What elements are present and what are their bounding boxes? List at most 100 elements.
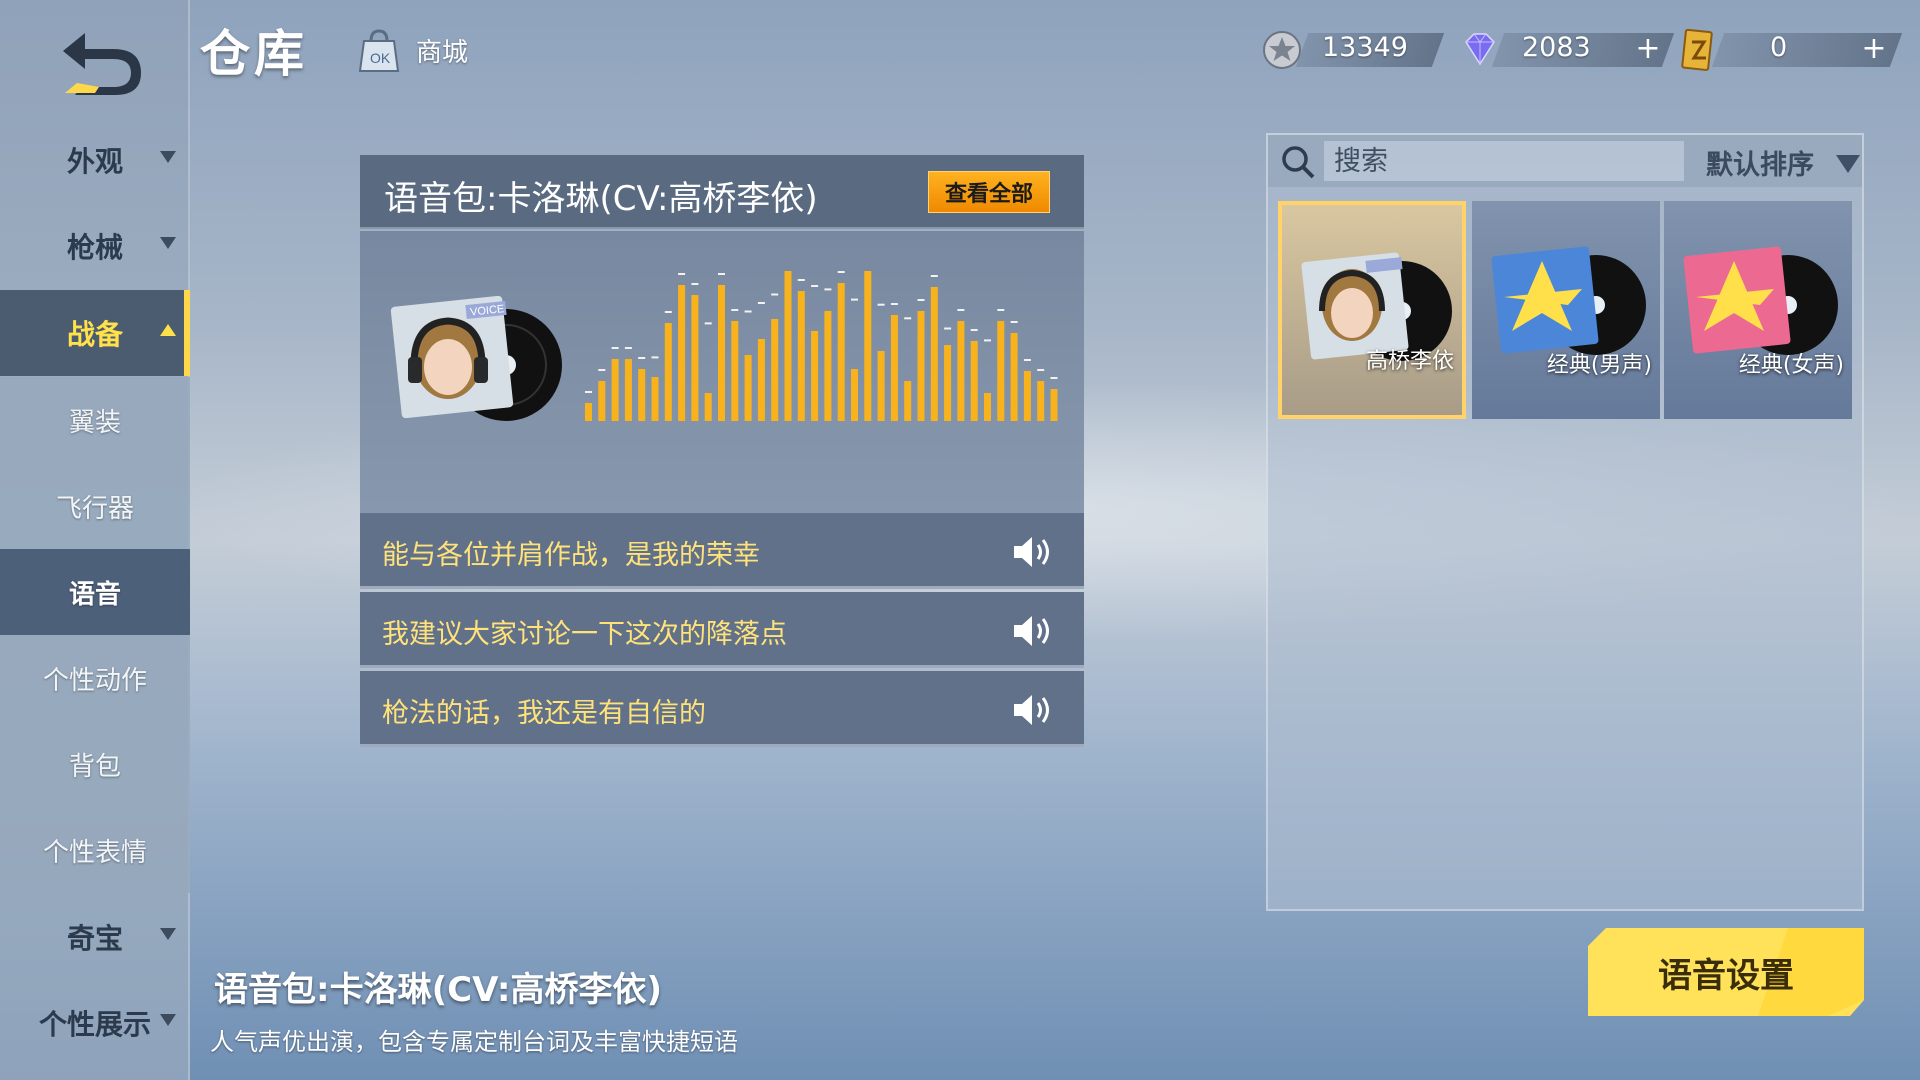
equalizer-bar — [718, 285, 725, 421]
equalizer-peak — [757, 302, 765, 304]
sidebar-item-label: 战备 — [66, 318, 123, 351]
voice-record-icon: VOICE — [390, 295, 562, 421]
voice-card-classic-female[interactable]: 经典(女声) — [1664, 201, 1852, 419]
speaker-icon[interactable] — [1012, 691, 1056, 729]
equalizer-peak — [664, 311, 672, 313]
search-input[interactable] — [1324, 141, 1684, 181]
sidebar-item-showcase[interactable]: 个性展示 — [0, 980, 190, 1066]
sort-dropdown[interactable]: 默认排序 — [1706, 143, 1814, 182]
voice-line-text: 枪法的话，我还是有自信的 — [382, 698, 706, 729]
voice-line-2[interactable]: 我建议大家讨论一下这次的降落点 — [360, 592, 1084, 668]
currency-diamond: 2083 + — [1460, 26, 1675, 74]
equalizer-bar — [585, 403, 592, 421]
voice-record-icon — [1491, 246, 1646, 355]
sidebar-item-aircraft[interactable]: 飞行器 — [0, 463, 190, 549]
equalizer-peak — [1010, 321, 1018, 323]
equalizer-bar — [771, 319, 779, 421]
sidebar-item-firearms[interactable]: 枪械 — [0, 203, 190, 289]
back-arrow-icon[interactable] — [55, 25, 145, 100]
chevron-up-icon — [160, 324, 176, 336]
chevron-down-icon[interactable] — [1836, 155, 1860, 173]
equalizer-bar — [997, 321, 1005, 421]
equalizer-bar — [704, 393, 712, 421]
sidebar-item-emotes[interactable]: 个性动作 — [0, 635, 190, 721]
sidebar-item-equipment[interactable]: 战备 — [0, 290, 190, 376]
equalizer-peak — [611, 347, 619, 349]
equalizer-peak — [638, 357, 646, 359]
equalizer-peak — [598, 369, 606, 371]
equalizer-bar — [624, 359, 632, 421]
chevron-down-icon — [160, 928, 176, 940]
view-all-button[interactable]: 查看全部 — [928, 171, 1050, 213]
ticket-icon — [1681, 28, 1713, 71]
equalizer-bar — [744, 355, 752, 421]
sidebar: 外观 枪械 战备 翼装 飞行器 语音 个性动作 背包 个性表情 奇宝 个性展示 — [0, 0, 190, 1080]
equalizer-peak — [997, 309, 1005, 311]
equalizer-bar — [864, 271, 872, 421]
search-bar: 默认排序 — [1268, 135, 1862, 187]
equalizer-peak — [877, 303, 885, 306]
add-ticket-button[interactable]: + — [1854, 33, 1894, 67]
equalizer-peak — [624, 347, 632, 349]
equalizer-bar — [1010, 333, 1018, 421]
equalizer-peak — [678, 273, 686, 275]
voice-card-label: 高桥李依 — [1365, 349, 1454, 374]
voice-line-1[interactable]: 能与各位并肩作战，是我的荣幸 — [360, 513, 1084, 589]
speaker-icon[interactable] — [1012, 612, 1056, 650]
panel-header: 语音包:卡洛琳(CV:高桥李依) 查看全部 — [360, 155, 1084, 229]
page-title: 仓库 — [200, 25, 308, 83]
voice-record-icon — [1683, 246, 1838, 355]
sidebar-item-appearance[interactable]: 外观 — [0, 117, 190, 203]
equalizer-bar — [811, 331, 819, 421]
audio-equalizer — [585, 271, 1058, 421]
equalizer-bar — [984, 393, 991, 421]
sidebar-item-voice[interactable]: 语音 — [0, 549, 190, 635]
sidebar-item-stickers[interactable]: 个性表情 — [0, 807, 190, 893]
diamond-icon — [1465, 33, 1495, 66]
voice-card-label: 经典(男声) — [1546, 353, 1652, 378]
item-title: 语音包:卡洛琳(CV:高桥李依) — [214, 970, 663, 1010]
sidebar-item-wingsuit[interactable]: 翼装 — [0, 377, 190, 463]
equalizer-peak — [771, 293, 779, 296]
silver-coin-value: 13349 — [1322, 32, 1408, 63]
speaker-icon[interactable] — [1012, 533, 1056, 571]
item-description: 人气声优出演，包含专属定制台词及丰富快捷短语 — [210, 1028, 738, 1056]
equalizer-bar — [1023, 371, 1031, 421]
equalizer-bar — [970, 341, 978, 421]
equalizer-peak — [731, 309, 739, 311]
equalizer-peak — [797, 279, 805, 281]
equalizer-bar — [757, 339, 765, 421]
sidebar-item-label: 外观 — [66, 145, 123, 178]
equalizer-bar — [651, 377, 659, 421]
equalizer-peak — [917, 299, 925, 301]
sidebar-item-treasures[interactable]: 奇宝 — [0, 894, 190, 980]
shop-button[interactable]: OK 商城 — [356, 22, 468, 78]
equalizer-bar — [930, 287, 938, 421]
sidebar-item-label: 枪械 — [66, 231, 123, 264]
equalizer-peak — [970, 329, 978, 331]
add-diamond-button[interactable]: + — [1628, 33, 1668, 67]
equalizer-peak — [704, 322, 712, 325]
voice-line-3[interactable]: 枪法的话，我还是有自信的 — [360, 671, 1084, 747]
voice-card-takahashi[interactable]: 高桥李依 — [1278, 201, 1466, 419]
sidebar-item-label: 背包 — [68, 751, 121, 782]
equalizer-bar — [678, 285, 686, 421]
sidebar-item-label: 个性表情 — [42, 837, 147, 868]
equalizer-bar — [664, 323, 672, 421]
equalizer-bar — [797, 291, 805, 421]
equalizer-peak — [718, 273, 725, 275]
equalizer-bar — [784, 271, 792, 421]
equalizer-bar — [1037, 381, 1045, 421]
voice-pack-panel: 语音包:卡洛琳(CV:高桥李依) 查看全部 VOICE 能与各位并肩作战，是我的… — [360, 155, 1084, 751]
sidebar-item-label: 翼装 — [68, 407, 121, 438]
voice-card-classic-male[interactable]: 经典(男声) — [1472, 201, 1660, 419]
voice-settings-button[interactable]: 语音设置 — [1588, 928, 1864, 1016]
chevron-down-icon — [160, 1014, 176, 1026]
equalizer-peak — [585, 391, 592, 393]
equalizer-peak — [984, 339, 991, 342]
silver-coin-icon — [1263, 31, 1301, 69]
equalizer-peak — [851, 298, 858, 301]
equalizer-bar — [824, 311, 832, 421]
equalizer-peak — [744, 310, 752, 313]
sidebar-item-backpack[interactable]: 背包 — [0, 721, 190, 807]
